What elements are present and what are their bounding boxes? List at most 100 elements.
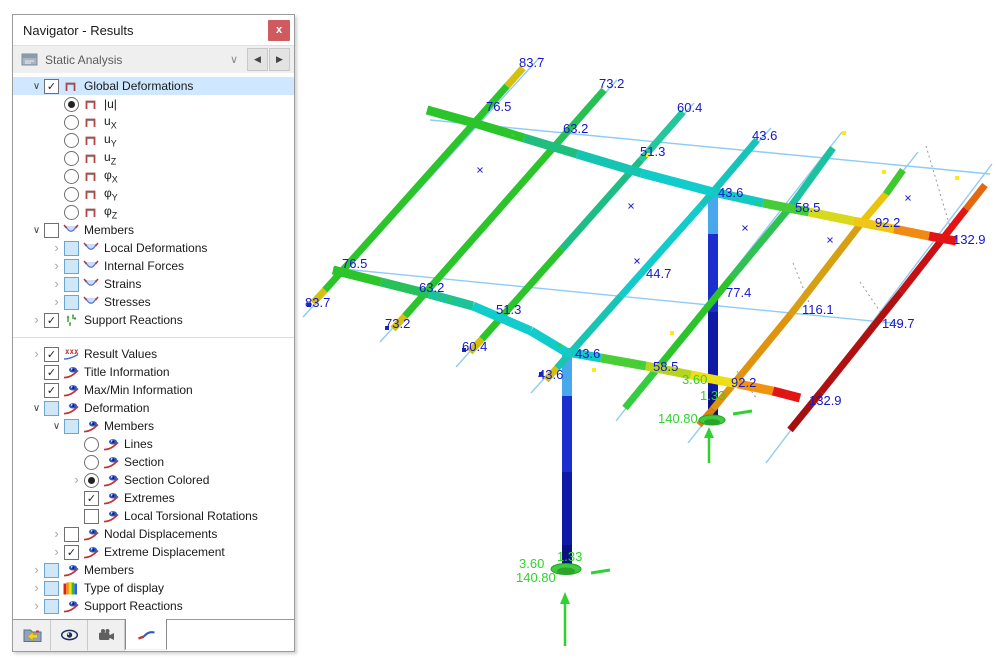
curve-icon [83, 259, 100, 274]
checkbox-result-values[interactable]: ✓ [44, 346, 59, 362]
tree-item-nodal-displacements[interactable]: › Nodal Displacements [13, 525, 294, 543]
radio-item[interactable] [64, 186, 79, 202]
eyecurve-icon [83, 527, 100, 542]
tree-item-strains[interactable]: › Strains [13, 275, 294, 293]
expander-closed-icon[interactable]: › [69, 473, 84, 486]
tree-item-item[interactable]: φX [13, 167, 294, 185]
checkbox-strains[interactable] [64, 276, 79, 292]
expander-closed-icon[interactable]: › [49, 527, 64, 540]
tree-item-item[interactable]: φY [13, 185, 294, 203]
expander-closed-icon[interactable]: › [49, 277, 64, 290]
tree-item-local-deformations[interactable]: › Local Deformations [13, 239, 294, 257]
checkbox-nodal-displacements[interactable] [64, 526, 79, 542]
prev-analysis-button[interactable]: ◀ [247, 48, 268, 71]
checkbox-support-reactions[interactable] [44, 598, 59, 614]
tree-item-support-reactions[interactable]: › ✓ Support Reactions [13, 311, 294, 329]
tree-item-u[interactable]: |u| [13, 95, 294, 113]
checkbox-type-of-display[interactable] [44, 580, 59, 596]
expander-closed-icon[interactable]: › [29, 347, 44, 360]
checkbox-extreme-displacement[interactable]: ✓ [64, 544, 79, 560]
frame-icon [63, 79, 80, 94]
checkbox-max-min-information[interactable]: ✓ [44, 382, 59, 398]
expander-closed-icon[interactable]: › [29, 313, 44, 326]
tree-item-u[interactable]: uX [13, 113, 294, 131]
checkbox-deformation[interactable] [44, 400, 59, 416]
expander-open-icon[interactable]: ∨ [29, 225, 44, 236]
rainbow-icon [63, 581, 80, 596]
tree-item-u[interactable]: uY [13, 131, 294, 149]
radio-section-colored[interactable] [84, 472, 99, 488]
expander-closed-icon[interactable]: › [29, 599, 44, 612]
checkbox-local-torsional-rotations[interactable] [84, 508, 99, 524]
tree-item-label: Strains [104, 277, 142, 291]
checkbox-support-reactions[interactable]: ✓ [44, 312, 59, 328]
tree-item-internal-forces[interactable]: › Internal Forces [13, 257, 294, 275]
data-navigator-tab[interactable] [13, 620, 51, 651]
radio-item[interactable] [64, 168, 79, 184]
expander-closed-icon[interactable]: › [29, 563, 44, 576]
values-icon: xxx [63, 347, 80, 362]
radio-lines[interactable] [84, 436, 99, 452]
radio-u[interactable] [64, 132, 79, 148]
results-navigator-tab[interactable] [125, 619, 167, 650]
display-navigator-tab[interactable] [51, 620, 88, 651]
expander-closed-icon[interactable]: › [49, 545, 64, 558]
tree-item-title-information[interactable]: ✓ Title Information [13, 363, 294, 381]
radio-u[interactable] [64, 150, 79, 166]
tree-item-members[interactable]: ∨ Members [13, 221, 294, 239]
tree-item-lines[interactable]: Lines [13, 435, 294, 453]
checkbox-global-deformations[interactable]: ✓ [44, 78, 59, 94]
tree-item-label: Type of display [84, 581, 165, 595]
checkbox-members[interactable] [44, 562, 59, 578]
tree-item-extreme-displacement[interactable]: › ✓ Extreme Displacement [13, 543, 294, 561]
tree-item-extremes[interactable]: ✓ Extremes [13, 489, 294, 507]
tree-item-label: Support Reactions [84, 313, 183, 327]
tree-item-u[interactable]: uZ [13, 149, 294, 167]
checkbox-members[interactable] [44, 222, 59, 238]
tree-item-global-deformations[interactable]: ∨ ✓ Global Deformations [13, 77, 294, 95]
checkbox-internal-forces[interactable] [64, 258, 79, 274]
checkbox-local-deformations[interactable] [64, 240, 79, 256]
tree-item-members[interactable]: › Members [13, 561, 294, 579]
rescurve-icon [137, 626, 156, 642]
analysis-selector[interactable]: Static Analysis ∨ ◀ ▶ [13, 46, 294, 74]
checkbox-stresses[interactable] [64, 294, 79, 310]
tree-item-support-reactions[interactable]: › Support Reactions [13, 597, 294, 615]
radio-item[interactable] [64, 204, 79, 220]
tree-item-max-min-information[interactable]: ✓ Max/Min Information [13, 381, 294, 399]
tree-item-label: Local Torsional Rotations [124, 509, 258, 523]
tree-item-local-torsional-rotations[interactable]: Local Torsional Rotations [13, 507, 294, 525]
tree-item-section-colored[interactable]: › Section Colored [13, 471, 294, 489]
radio-u[interactable] [64, 114, 79, 130]
tree-item-label: Extremes [124, 491, 175, 505]
navigator-results-panel: Navigator - Results x Static Analysis ∨ … [12, 14, 295, 652]
tree-item-label: Nodal Displacements [104, 527, 218, 541]
expander-closed-icon[interactable]: › [49, 259, 64, 272]
frame-icon [83, 97, 100, 112]
tree-item-members[interactable]: ∨ Members [13, 417, 294, 435]
expander-closed-icon[interactable]: › [49, 241, 64, 254]
expander-closed-icon[interactable]: › [29, 581, 44, 594]
tree-item-item[interactable]: φZ [13, 203, 294, 221]
tree-item-deformation[interactable]: ∨ Deformation [13, 399, 294, 417]
chevron-down-icon[interactable]: ∨ [230, 53, 238, 66]
tree-item-stresses[interactable]: › Stresses [13, 293, 294, 311]
checkbox-members[interactable] [64, 418, 79, 434]
checkbox-title-information[interactable]: ✓ [44, 364, 59, 380]
expander-open-icon[interactable]: ∨ [29, 81, 44, 92]
tree-item-result-values[interactable]: › ✓ xxx Result Values [13, 345, 294, 363]
results-tree-section: ∨ ✓ Global Deformations |u| uX uY uZ φX φY φZ ∨ Mem… [13, 73, 294, 329]
tree-item-section[interactable]: Section [13, 453, 294, 471]
next-analysis-button[interactable]: ▶ [269, 48, 290, 71]
eye-icon [60, 627, 79, 643]
expander-closed-icon[interactable]: › [49, 295, 64, 308]
radio-u[interactable] [64, 96, 79, 112]
checkbox-extremes[interactable]: ✓ [84, 490, 99, 506]
views-navigator-tab[interactable] [88, 620, 125, 651]
expander-open-icon[interactable]: ∨ [49, 421, 64, 432]
columns [562, 196, 718, 566]
tree-item-type-of-display[interactable]: › Type of display [13, 579, 294, 597]
radio-section[interactable] [84, 454, 99, 470]
close-button[interactable]: x [268, 19, 290, 41]
expander-open-icon[interactable]: ∨ [29, 403, 44, 414]
